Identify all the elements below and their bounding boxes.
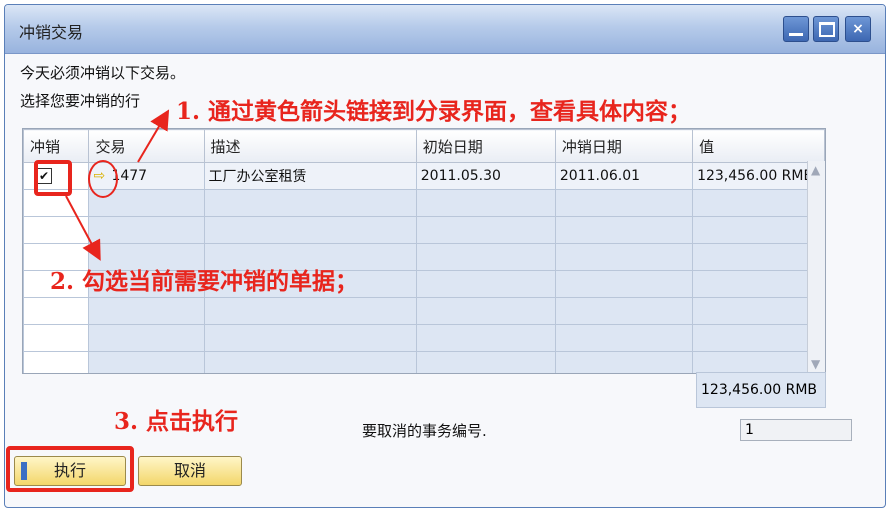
arrow-to-checkbox [65, 195, 101, 261]
annotation-step-1: 1. 通过黄色箭头链接到分录界面，查看具体内容； [176, 98, 692, 125]
annotation-step-2: 2. 勾选当前需要冲销的单据； [50, 268, 359, 295]
annotation-step-3: 3. 点击执行 [114, 408, 239, 435]
annotation-arrows [65, 109, 170, 261]
arrow-to-link-icon [137, 109, 170, 163]
